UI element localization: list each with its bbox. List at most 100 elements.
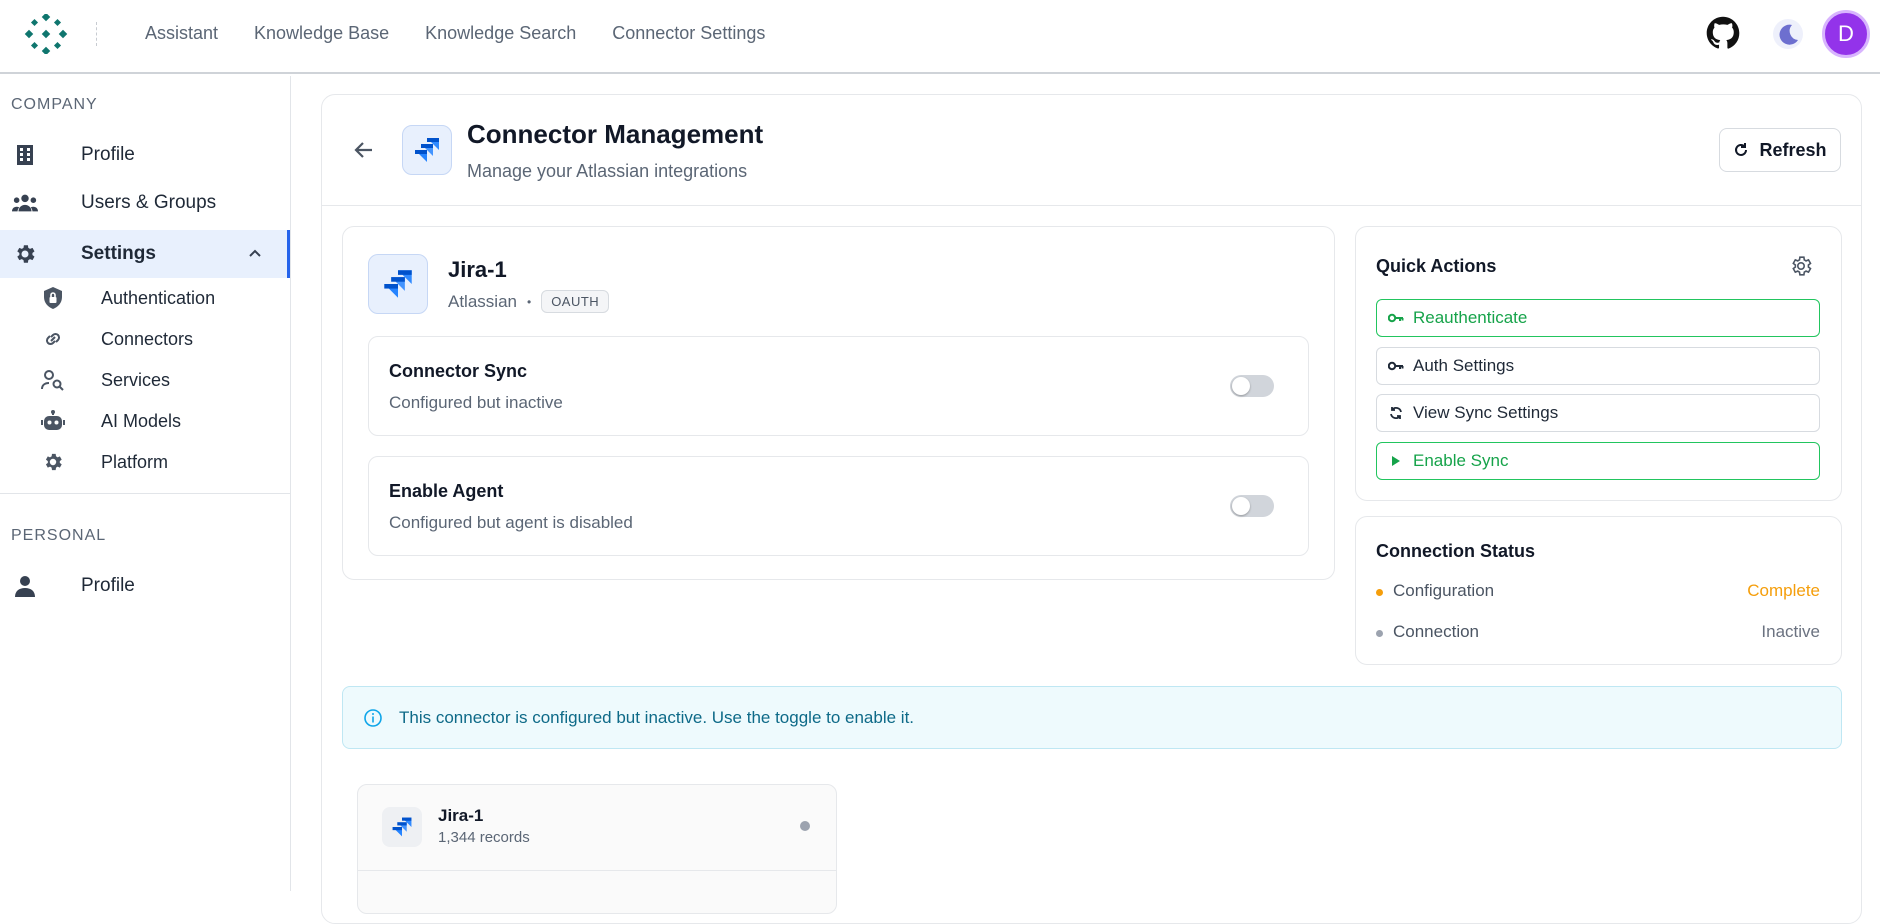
sidebar-item-platform[interactable]: Platform — [0, 442, 290, 482]
sidebar-item-authentication[interactable]: Authentication — [0, 278, 290, 318]
record-card-name: Jira-1 — [438, 806, 484, 825]
record-status-dot — [800, 821, 810, 831]
sidebar-item-company-profile[interactable]: Profile — [0, 131, 290, 179]
connector-name: Jira-1 — [448, 257, 507, 282]
key-icon — [1387, 357, 1405, 375]
sidebar-section-company: COMPANY — [11, 96, 98, 113]
link-icon — [40, 326, 66, 352]
key-icon — [1387, 309, 1405, 327]
nav-knowledge-search[interactable]: Knowledge Search — [425, 20, 576, 46]
auth-settings-button[interactable]: Auth Settings — [1376, 347, 1820, 385]
status-row-connection: Connection Inactive — [1376, 622, 1820, 646]
top-divider — [96, 22, 97, 46]
quick-actions-title: Quick Actions — [1376, 256, 1497, 276]
sidebar-item-label: Profile — [81, 144, 135, 165]
view-sync-settings-button[interactable]: View Sync Settings — [1376, 394, 1820, 432]
connector-vendor: Atlassian — [448, 291, 517, 311]
nav-connector-settings[interactable]: Connector Settings — [612, 20, 765, 46]
connector-sync-title: Connector Sync — [389, 361, 528, 381]
toggle-knob — [1232, 497, 1250, 515]
info-alert: This connector is configured but inactiv… — [342, 686, 1842, 749]
robot-icon — [40, 408, 66, 434]
sidebar-item-label: Profile — [81, 575, 135, 596]
status-row-configuration: Configuration Complete — [1376, 581, 1820, 605]
enable-agent-status: Configured but agent is disabled — [389, 513, 633, 532]
play-icon — [1387, 452, 1405, 470]
refresh-icon — [1735, 143, 1748, 156]
jira-logo-icon — [368, 254, 428, 314]
top-nav: Assistant Knowledge Base Knowledge Searc… — [145, 20, 801, 46]
page-subtitle: Manage your Atlassian integrations — [467, 161, 748, 181]
enable-agent-box: Enable Agent Configured but agent is dis… — [368, 456, 1309, 556]
status-value: Complete — [1747, 581, 1820, 600]
status-dot — [1376, 589, 1383, 596]
sync-icon — [1387, 404, 1405, 422]
sidebar-item-connectors[interactable]: Connectors — [0, 319, 290, 359]
view-sync-settings-label: View Sync Settings — [1413, 403, 1559, 422]
gear-icon[interactable] — [1789, 254, 1813, 278]
enable-sync-label: Enable Sync — [1413, 451, 1509, 470]
info-icon — [364, 709, 382, 727]
sidebar-item-label: Services — [101, 369, 171, 390]
chevron-up-icon[interactable] — [248, 248, 262, 258]
status-dot — [1376, 630, 1383, 637]
user-avatar[interactable]: D — [1822, 10, 1870, 58]
header-divider — [322, 205, 1862, 206]
sidebar-item-label: Settings — [81, 243, 156, 264]
record-card-divider — [358, 870, 836, 871]
user-search-icon — [40, 367, 66, 393]
sidebar-section-personal: PERSONAL — [11, 527, 107, 544]
connector-sync-box: Connector Sync Configured but inactive — [368, 336, 1309, 436]
back-arrow-icon[interactable] — [350, 136, 378, 164]
users-group-icon — [12, 190, 38, 216]
building-icon — [12, 142, 38, 168]
sidebar-item-label: Connectors — [101, 328, 194, 349]
app-logo-icon[interactable] — [24, 14, 68, 54]
connector-meta: Atlassian • OAUTH — [448, 290, 610, 313]
status-label: Configuration — [1393, 581, 1495, 600]
enable-sync-button[interactable]: Enable Sync — [1376, 442, 1820, 480]
nav-knowledge-base[interactable]: Knowledge Base — [254, 20, 389, 46]
person-icon — [12, 573, 38, 599]
nav-assistant[interactable]: Assistant — [145, 20, 218, 46]
sidebar-divider — [0, 493, 290, 494]
sidebar-item-personal-profile[interactable]: Profile — [0, 562, 290, 610]
reauthenticate-label: Reauthenticate — [1413, 308, 1528, 327]
refresh-button[interactable]: Refresh — [1719, 128, 1841, 172]
meta-separator: • — [526, 294, 532, 309]
status-label: Connection — [1393, 622, 1480, 641]
auth-settings-label: Auth Settings — [1413, 356, 1515, 375]
info-message: This connector is configured but inactiv… — [399, 708, 915, 727]
github-icon[interactable] — [1706, 16, 1740, 50]
sidebar-item-label: AI Models — [101, 410, 182, 431]
dark-mode-moon-icon[interactable] — [1772, 18, 1804, 50]
enable-agent-title: Enable Agent — [389, 481, 504, 501]
gear-icon — [12, 241, 38, 267]
connection-status-title: Connection Status — [1376, 541, 1536, 561]
toggle-knob — [1232, 377, 1250, 395]
jira-logo-icon — [382, 807, 422, 847]
sidebar-item-label: Platform — [101, 451, 169, 472]
reauthenticate-button[interactable]: Reauthenticate — [1376, 299, 1820, 337]
avatar-letter: D — [1838, 21, 1854, 46]
sidebar-item-label: Users & Groups — [81, 192, 217, 213]
record-card-count: 1,344 records — [438, 829, 530, 846]
enable-agent-toggle[interactable] — [1230, 495, 1274, 517]
connector-sync-status: Configured but inactive — [389, 393, 563, 412]
page-title: Connector Management — [467, 119, 764, 149]
sidebar-item-ai-models[interactable]: AI Models — [0, 401, 290, 441]
sidebar-item-settings[interactable]: Settings — [0, 230, 290, 278]
top-bar: Assistant Knowledge Base Knowledge Searc… — [0, 0, 1880, 74]
refresh-label: Refresh — [1759, 139, 1827, 160]
sidebar-item-label: Authentication — [101, 287, 216, 308]
sidebar: COMPANY Profile Users & Groups Settings … — [0, 76, 291, 891]
connector-sync-toggle[interactable] — [1230, 375, 1274, 397]
record-summary-card[interactable] — [357, 784, 837, 914]
shield-lock-icon — [40, 285, 66, 311]
gear-icon — [40, 449, 66, 475]
jira-logo-icon — [402, 125, 452, 175]
status-value: Inactive — [1761, 622, 1820, 641]
sidebar-item-users-groups[interactable]: Users & Groups — [0, 179, 290, 227]
auth-type-badge: OAUTH — [541, 290, 610, 313]
sidebar-item-services[interactable]: Services — [0, 360, 290, 400]
